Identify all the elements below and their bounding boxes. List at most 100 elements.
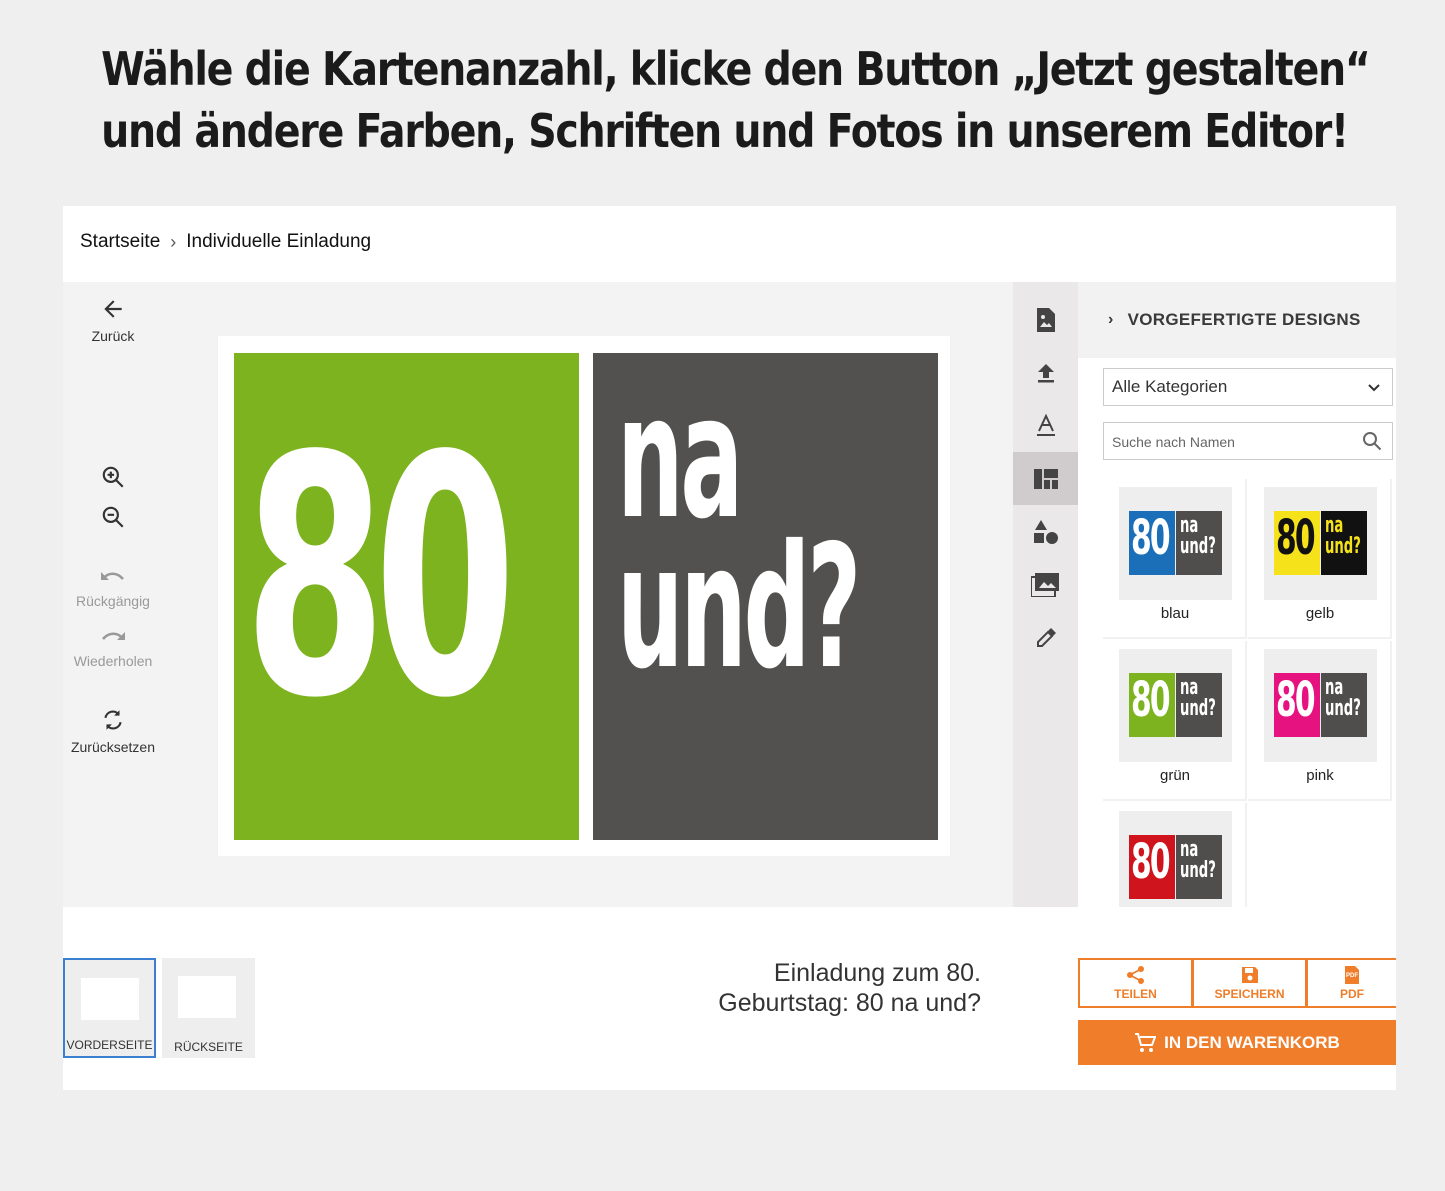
rail-shapes-button[interactable] [1013, 505, 1078, 558]
rail-gallery-button[interactable] [1013, 558, 1078, 611]
design-thumbnail: 80 na und? [1264, 649, 1377, 762]
design-name: pink [1306, 767, 1334, 784]
design-number: 80 [1276, 511, 1316, 566]
design-number: 80 [1131, 673, 1171, 728]
design-tile[interactable]: 80 na und? pink [1248, 641, 1392, 801]
upload-icon [1037, 363, 1054, 382]
search-input[interactable]: Suche nach Namen [1103, 422, 1393, 460]
design-tile[interactable]: 80 na und? grün [1103, 641, 1247, 801]
page-front-preview [81, 978, 139, 1020]
design-text-und: und? [1325, 534, 1361, 559]
design-preview-right: na und? [1176, 673, 1222, 737]
design-preview-right: na und? [1321, 511, 1367, 575]
category-select[interactable]: Alle Kategorien [1103, 368, 1393, 406]
design-thumbnail: 80 na und? [1119, 487, 1232, 600]
page-back-thumb[interactable]: RÜCKSEITE [162, 958, 255, 1058]
cart-icon [1135, 1032, 1157, 1052]
design-number: 80 [1131, 511, 1171, 566]
page-back-preview [178, 976, 236, 1018]
designs-panel: › VORGEFERTIGTE DESIGNS Alle Kategorien … [1078, 282, 1396, 907]
undo-button[interactable]: Rückgängig [63, 567, 163, 609]
pdf-icon: PDF [1345, 966, 1359, 984]
design-text: na und? [1180, 675, 1216, 721]
chevron-right-icon: › [170, 231, 177, 252]
designs-panel-header[interactable]: › VORGEFERTIGTE DESIGNS [1078, 282, 1396, 358]
card-text: na und? [617, 373, 861, 707]
back-button[interactable]: Zurück [63, 296, 163, 344]
design-preview-left: 80 [1129, 673, 1175, 737]
design-text-und: und? [1325, 696, 1361, 721]
redo-label: Wiederholen [73, 653, 153, 669]
redo-icon [102, 632, 125, 640]
eyedropper-icon [1036, 627, 1056, 647]
design-text-na: na [1180, 675, 1199, 700]
chevron-down-icon [1368, 384, 1380, 392]
design-tile[interactable]: 80 na und? gelb [1248, 479, 1392, 639]
design-name: grün [1159, 767, 1191, 784]
share-icon [1126, 966, 1144, 984]
design-preview: 80 na und? [1129, 673, 1222, 737]
card-left-panel: 80 [234, 353, 579, 840]
design-text: na und? [1180, 515, 1216, 558]
rail-image-file-button[interactable] [1013, 293, 1078, 346]
share-label: TEILEN [1114, 987, 1157, 1001]
rail-upload-button[interactable] [1013, 346, 1078, 399]
category-value: Alle Kategorien [1112, 377, 1228, 396]
product-title: Einladung zum 80. Geburtstag: 80 na und? [623, 958, 981, 1018]
back-label: Zurück [91, 328, 135, 344]
rail-text-button[interactable] [1013, 399, 1078, 452]
chevron-right-icon: › [1108, 311, 1114, 328]
design-preview-right: na und? [1321, 673, 1367, 737]
add-to-cart-button[interactable]: IN DEN WARENKORB [1078, 1020, 1396, 1065]
refresh-icon [104, 710, 122, 730]
rail-layout-button[interactable] [1013, 452, 1078, 505]
design-text: na und? [1180, 839, 1216, 883]
arrow-left-icon [104, 300, 122, 318]
reset-label: Zurücksetzen [70, 739, 156, 755]
breadcrumb-current: Individuelle Einladung [186, 231, 372, 252]
design-name: blau [1160, 605, 1190, 622]
rail-color-picker-button[interactable] [1013, 611, 1078, 664]
search-icon [1363, 432, 1382, 451]
zoom-out-button[interactable] [63, 504, 163, 536]
design-tile[interactable]: 80 na und? blau [1103, 479, 1247, 639]
design-preview-left: 80 [1129, 835, 1175, 899]
product-title-line-2: Geburtstag: 80 na und? [718, 989, 981, 1017]
design-preview: 80 na und? [1129, 511, 1222, 575]
design-thumbnail: 80 na und? [1119, 811, 1232, 907]
design-tile[interactable]: 80 na und? [1103, 803, 1247, 907]
design-text-na: na [1325, 675, 1344, 700]
design-preview-left: 80 [1129, 511, 1175, 575]
save-label: SPEICHERN [1214, 987, 1285, 1001]
card-preview[interactable]: 80 na und? [218, 336, 950, 856]
page-front-thumb[interactable]: VORDERSEITE [63, 958, 156, 1058]
share-button[interactable]: TEILEN [1078, 958, 1193, 1008]
shapes-icon [1033, 519, 1058, 544]
undo-label: Rückgängig [76, 593, 150, 609]
design-number: 80 [1131, 835, 1171, 890]
canvas-area: Zurück Rückgängig Wiederholen Zurücksetz… [63, 282, 1013, 907]
card-text-line-2: und? [617, 509, 861, 707]
page-front-label: VORDERSEITE [66, 1038, 153, 1052]
zoom-out-icon [102, 506, 124, 528]
breadcrumb-home[interactable]: Startseite [80, 231, 160, 253]
product-title-line-1: Einladung zum 80. [773, 959, 981, 987]
undo-icon [101, 572, 124, 580]
design-text-und: und? [1180, 696, 1216, 721]
pdf-icon-text: PDF [1346, 973, 1358, 979]
design-preview: 80 na und? [1274, 511, 1367, 575]
design-preview-right: na und? [1176, 511, 1222, 575]
pdf-button[interactable]: PDF PDF [1306, 958, 1396, 1008]
design-preview: 80 na und? [1274, 673, 1367, 737]
reset-button[interactable]: Zurücksetzen [63, 707, 163, 755]
tool-rail [1013, 282, 1078, 907]
layout-icon [1033, 468, 1058, 489]
image-file-icon [1036, 307, 1055, 332]
zoom-in-button[interactable] [63, 464, 163, 496]
text-icon [1036, 413, 1055, 436]
save-button[interactable]: SPEICHERN [1192, 958, 1307, 1008]
design-text-und: und? [1180, 858, 1216, 883]
card-right-panel: na und? [593, 353, 938, 840]
redo-button[interactable]: Wiederholen [63, 627, 163, 669]
design-thumbnail: 80 na und? [1264, 487, 1377, 600]
